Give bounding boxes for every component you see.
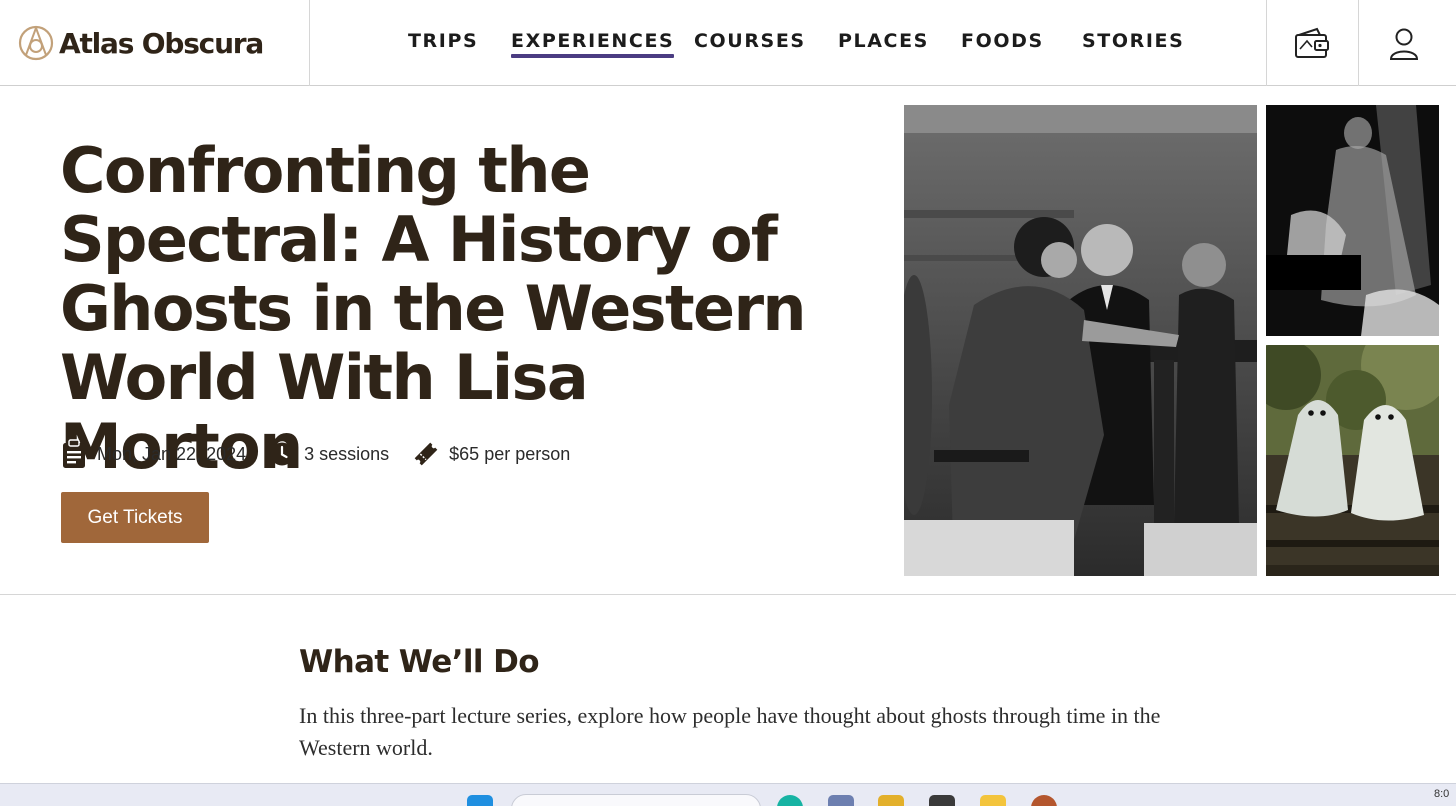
event-price-text: $65 per person bbox=[449, 443, 571, 464]
nav-item-experiences[interactable]: EXPERIENCES bbox=[511, 30, 675, 58]
section-heading: What We’ll Do bbox=[299, 644, 540, 680]
nav-item-courses[interactable]: COURSES bbox=[694, 30, 806, 52]
clipboard-icon bbox=[63, 439, 85, 468]
user-icon bbox=[1389, 28, 1419, 60]
event-sessions-text: 3 sessions bbox=[304, 443, 390, 464]
nav-item-foods[interactable]: FOODS bbox=[961, 30, 1044, 52]
atlas-obscura-logo-icon bbox=[18, 25, 54, 61]
nav-item-places[interactable]: PLACES bbox=[838, 30, 929, 52]
os-taskbar: 8:0 bbox=[0, 783, 1456, 806]
event-date: Mon, Jan 22, 2024 bbox=[61, 439, 246, 469]
event-sessions: 3 sessions bbox=[270, 442, 389, 466]
wallet-button[interactable] bbox=[1292, 24, 1332, 64]
event-date-text: Mon, Jan 22, 2024 bbox=[97, 443, 247, 464]
clock-icon bbox=[270, 442, 294, 466]
ticket-icon bbox=[414, 442, 438, 466]
get-tickets-button[interactable]: Get Tickets bbox=[61, 492, 209, 543]
folder-icon[interactable] bbox=[878, 795, 904, 806]
event-price: $65 per person bbox=[413, 441, 570, 467]
header-separator bbox=[1358, 0, 1359, 86]
app-icon[interactable] bbox=[929, 795, 955, 806]
section-description: In this three-part lecture series, explo… bbox=[299, 703, 1161, 760]
event-meta: Mon, Jan 22, 2024 3 sessions $65 per per… bbox=[61, 437, 570, 471]
brand-logo[interactable]: Atlas Obscura bbox=[18, 24, 264, 62]
hero-image-seance bbox=[904, 105, 1257, 576]
app-icon[interactable] bbox=[980, 795, 1006, 806]
wallet-icon bbox=[1295, 27, 1329, 58]
windows-start-icon[interactable] bbox=[467, 795, 493, 806]
brand-name: Atlas Obscura bbox=[59, 26, 264, 60]
taskbar-search-box[interactable] bbox=[511, 794, 761, 806]
browser-app-icon[interactable] bbox=[777, 795, 803, 806]
section-divider bbox=[0, 594, 1456, 595]
taskbar-clock: 8:0 bbox=[1434, 788, 1450, 800]
account-button[interactable] bbox=[1384, 24, 1424, 64]
hero-image-ghost-photo bbox=[1266, 105, 1439, 336]
header-separator bbox=[309, 0, 310, 86]
hero-image-sheet-ghosts bbox=[1266, 345, 1439, 576]
nav-item-trips[interactable]: TRIPS bbox=[408, 30, 478, 52]
site-header: Atlas Obscura TRIPS EXPERIENCES COURSES … bbox=[0, 0, 1456, 86]
page-title: Confronting the Spectral: A History of G… bbox=[60, 134, 807, 483]
header-separator bbox=[1266, 0, 1267, 86]
nav-item-stories[interactable]: STORIES bbox=[1082, 30, 1184, 52]
app-icon[interactable] bbox=[1031, 795, 1057, 806]
app-icon[interactable] bbox=[828, 795, 854, 806]
